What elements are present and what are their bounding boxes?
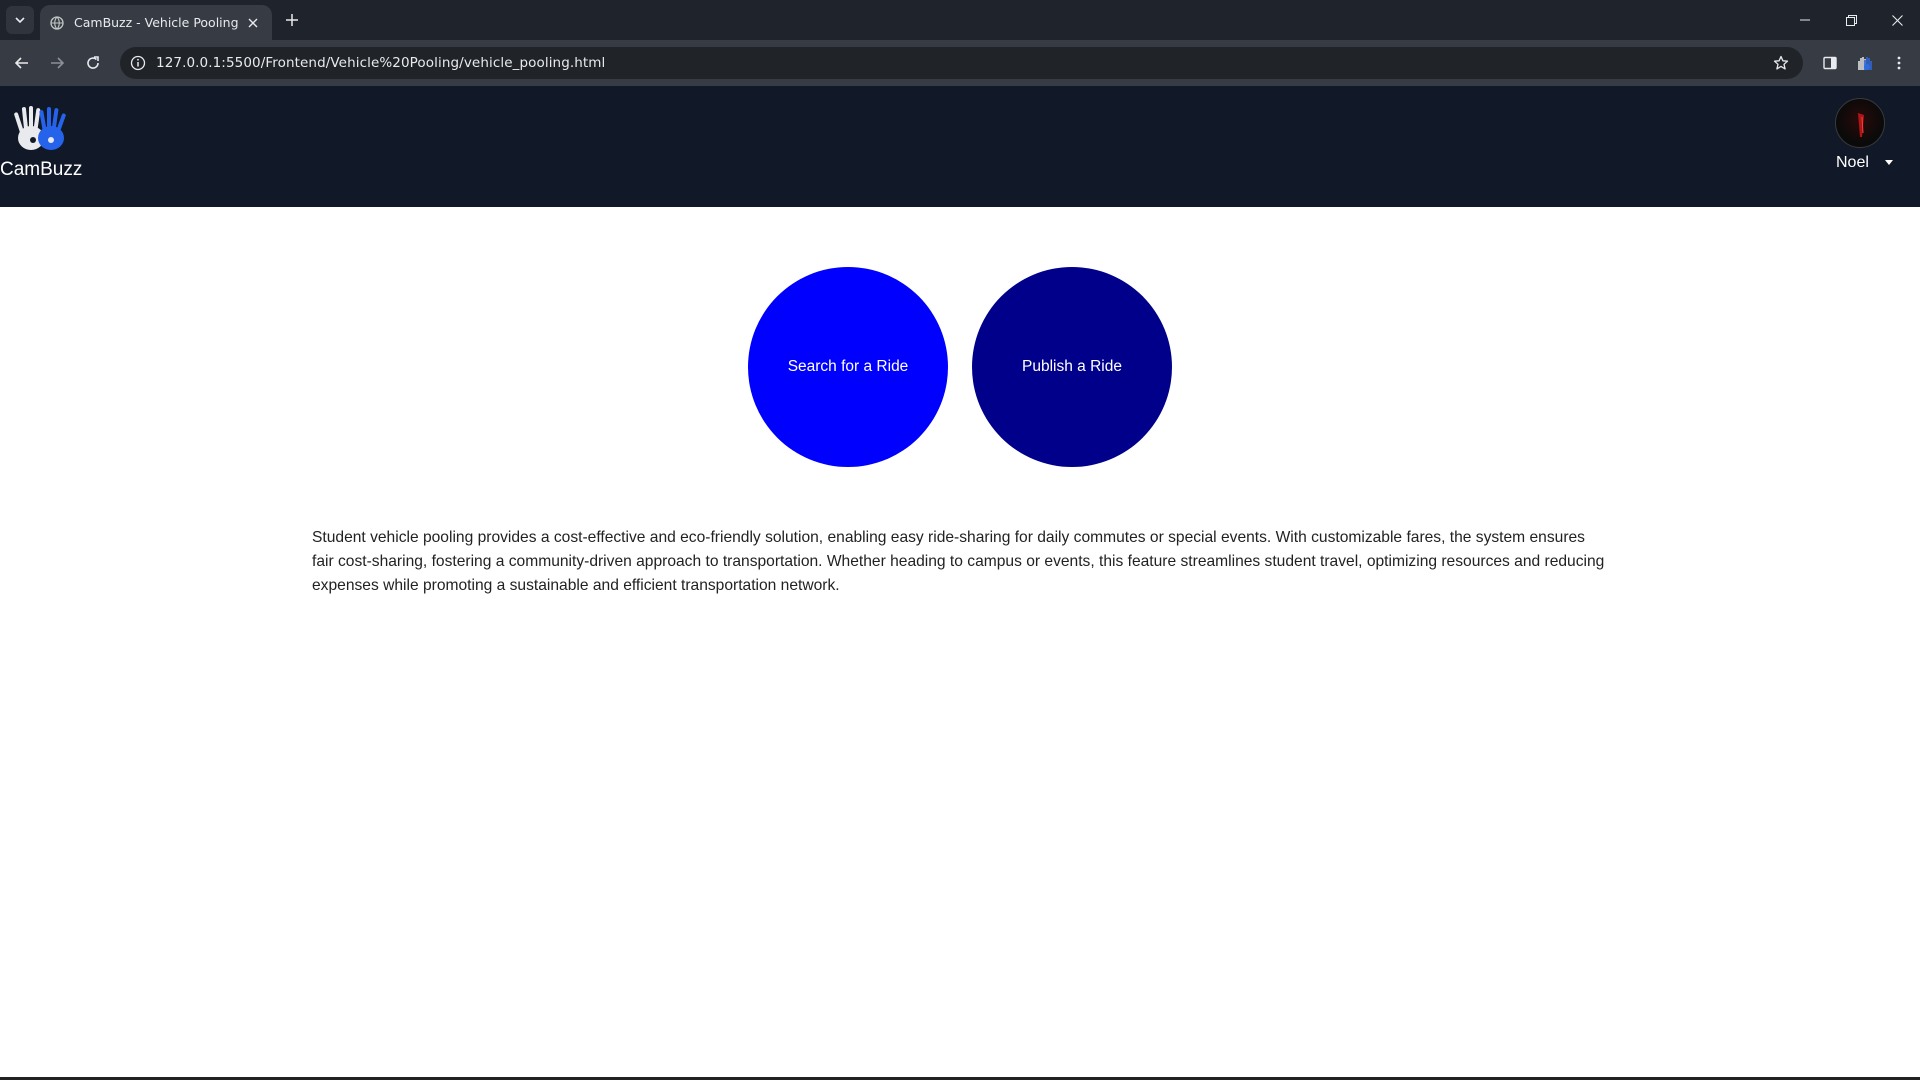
forward-button[interactable] <box>45 51 69 75</box>
hands-logo-icon <box>14 106 66 150</box>
arrow-left-icon <box>14 57 28 69</box>
user-name[interactable]: Noel <box>1836 154 1869 172</box>
reload-button[interactable] <box>81 51 105 75</box>
avatar[interactable] <box>1835 98 1885 148</box>
close-window-button[interactable] <box>1874 0 1920 40</box>
restore-button[interactable] <box>1828 0 1874 40</box>
chevron-down-icon <box>15 17 25 24</box>
restore-icon <box>1845 14 1857 26</box>
browser-menu-button[interactable] <box>1887 51 1911 75</box>
browser-tabstrip: CamBuzz - Vehicle Pooling <box>0 0 1920 40</box>
minimize-icon <box>1800 19 1810 21</box>
arrow-right-icon <box>51 57 65 69</box>
browser-tab-active[interactable]: CamBuzz - Vehicle Pooling <box>40 5 272 40</box>
url-text[interactable]: 127.0.0.1:5500/Frontend/Vehicle%20Poolin… <box>156 55 605 71</box>
ride-actions: Search for a Ride Publish a Ride <box>748 267 1172 467</box>
side-panel-button[interactable] <box>1818 51 1842 75</box>
extension-button[interactable] <box>1853 51 1877 75</box>
user-menu[interactable]: Noel <box>1830 98 1916 178</box>
info-icon[interactable] <box>130 55 146 71</box>
caret-down-icon[interactable] <box>1884 160 1894 166</box>
close-tab-button[interactable] <box>244 14 262 32</box>
tab-search-button[interactable] <box>6 6 34 34</box>
plus-icon <box>286 14 298 26</box>
close-icon <box>248 18 258 27</box>
user-avatar <box>1858 113 1864 137</box>
site-header: CamBuzz Noel <box>0 86 1920 207</box>
close-icon <box>1891 14 1903 26</box>
address-bar[interactable]: 127.0.0.1:5500/Frontend/Vehicle%20Poolin… <box>120 47 1803 79</box>
new-tab-button[interactable] <box>281 9 303 31</box>
star-icon <box>1773 55 1789 70</box>
reload-icon <box>87 56 99 69</box>
bookmark-button[interactable] <box>1771 53 1791 73</box>
hands-extension-icon <box>1858 57 1872 70</box>
back-button[interactable] <box>10 51 34 75</box>
globe-icon <box>50 15 64 30</box>
more-vertical-icon <box>1897 56 1901 70</box>
publish-ride-button[interactable]: Publish a Ride <box>972 267 1172 467</box>
brand-name[interactable]: CamBuzz <box>0 159 82 181</box>
vehicle-pooling-description: Student vehicle pooling provides a cost-… <box>312 529 1605 594</box>
tab-title: CamBuzz - Vehicle Pooling <box>74 15 239 30</box>
browser-toolbar: 127.0.0.1:5500/Frontend/Vehicle%20Poolin… <box>0 40 1920 86</box>
window-controls <box>1782 0 1920 40</box>
side-panel-icon <box>1823 56 1837 70</box>
minimize-button[interactable] <box>1782 0 1828 40</box>
search-ride-button[interactable]: Search for a Ride <box>748 267 948 467</box>
